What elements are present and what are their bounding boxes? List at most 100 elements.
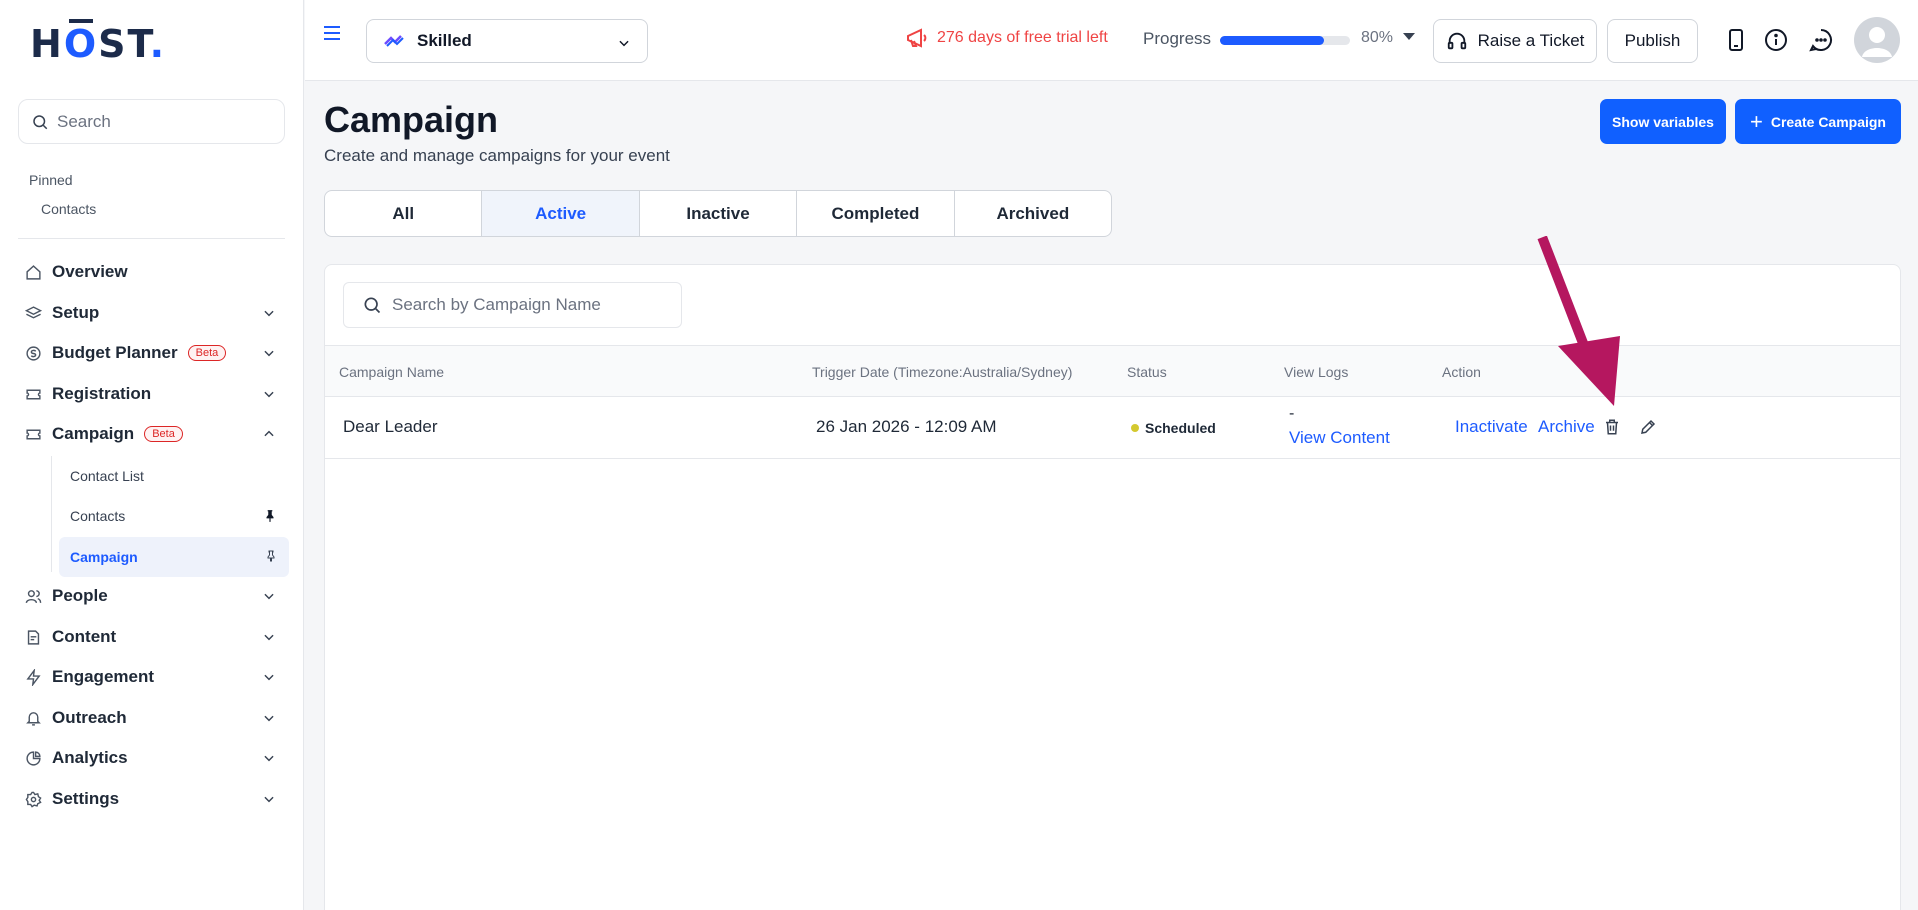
pinned-title: Pinned (29, 172, 73, 188)
event-select[interactable]: Skilled (366, 19, 648, 63)
column-header-status[interactable]: Status (1127, 364, 1167, 380)
sidebar-item-people[interactable]: People (24, 578, 286, 614)
user-icon (1862, 27, 1892, 57)
progress-dropdown-caret-icon[interactable] (1403, 33, 1415, 40)
pin-filled-icon[interactable] (263, 508, 277, 524)
sidebar-item-overview[interactable]: Overview (24, 254, 286, 290)
tab-inactive[interactable]: Inactive (640, 191, 798, 236)
sidebar-item-label: People (52, 586, 108, 605)
archive-link[interactable]: Archive (1538, 417, 1595, 437)
campaign-name-cell[interactable]: Dear Leader (343, 417, 438, 437)
sidebar-item-label: Outreach (52, 708, 127, 727)
chat-icon[interactable] (1809, 28, 1833, 52)
user-avatar[interactable] (1854, 17, 1900, 63)
sidebar-item-settings[interactable]: Settings (24, 781, 286, 817)
sidebar-search-input[interactable]: Search (18, 99, 285, 144)
chevron-down-icon (264, 755, 274, 762)
pinned-item-contacts[interactable]: Contacts (41, 201, 96, 217)
sidebar-item-label: Content (52, 627, 117, 646)
page-title: Campaign (324, 99, 499, 140)
status-dot (1131, 424, 1139, 432)
users-icon (24, 587, 42, 605)
sidebar-subitem-campaign[interactable]: Campaign (59, 537, 289, 577)
sidebar-item-budget-planner[interactable]: Budget Planner Beta (24, 335, 286, 371)
sidebar-item-label: Analytics (52, 748, 128, 767)
dollar-circle-icon (24, 344, 42, 362)
ticket-icon (24, 385, 42, 403)
column-header-campaign-name[interactable]: Campaign Name (339, 364, 444, 380)
sidebar-item-label: Overview (52, 262, 128, 281)
chevron-down-icon (264, 593, 274, 600)
column-header-trigger-date[interactable]: Trigger Date (Timezone:Australia/Sydney) (812, 364, 1072, 380)
sidebar-item-outreach[interactable]: Outreach (24, 700, 286, 736)
chevron-down-icon (264, 350, 274, 357)
bell-icon (24, 709, 42, 727)
sidebar-item-analytics[interactable]: Analytics (24, 740, 286, 776)
sidebar-item-engagement[interactable]: Engagement (24, 659, 286, 695)
plus-icon: + (1749, 108, 1763, 134)
create-campaign-button[interactable]: + Create Campaign (1735, 99, 1901, 144)
sidebar-divider (18, 238, 285, 239)
info-icon[interactable] (1764, 28, 1788, 52)
tab-archived[interactable]: Archived (955, 191, 1111, 236)
progress-bar (1220, 36, 1350, 45)
progress-value: 80% (1361, 29, 1394, 46)
mobile-preview-icon[interactable] (1724, 28, 1748, 52)
document-icon (24, 628, 42, 646)
menu-toggle-icon[interactable] (323, 24, 341, 47)
sidebar-item-label: Campaign (52, 424, 135, 443)
chevron-down-icon (619, 40, 629, 47)
top-bar: Skilled 276 days of free trial left Prog… (305, 0, 1918, 81)
column-header-view-logs: View Logs (1284, 364, 1349, 380)
chevron-down-icon (264, 796, 274, 803)
host-logo[interactable]: HOST. (30, 22, 166, 66)
trash-icon[interactable] (1602, 417, 1622, 437)
sidebar-item-label: Settings (52, 789, 120, 808)
progress-label: Progress (1143, 29, 1212, 48)
tab-completed[interactable]: Completed (797, 191, 955, 236)
pin-outline-icon[interactable] (265, 549, 277, 563)
sidebar-item-label: Setup (52, 303, 100, 322)
search-icon (33, 114, 48, 129)
chevron-down-icon (264, 674, 274, 681)
publish-button[interactable]: Publish (1607, 19, 1698, 63)
megaphone-icon (907, 28, 927, 48)
campaign-search-input[interactable]: Search by Campaign Name (343, 282, 682, 328)
view-content-link[interactable]: View Content (1289, 428, 1390, 448)
chevron-down-icon (264, 634, 274, 641)
event-logo-icon (384, 35, 404, 47)
layers-icon (24, 304, 42, 322)
inactivate-link[interactable]: Inactivate (1455, 417, 1528, 437)
tab-active[interactable]: Active (482, 191, 640, 236)
tab-all[interactable]: All (325, 191, 483, 236)
annotation-arrow-icon (1537, 236, 1620, 406)
raise-ticket-button[interactable]: Raise a Ticket (1433, 19, 1597, 63)
home-icon (24, 263, 42, 281)
sidebar-item-content[interactable]: Content (24, 619, 286, 655)
search-icon (364, 297, 381, 314)
trial-notice: 276 days of free trial left (905, 28, 1108, 48)
status-tabs: All Active Inactive Completed Archived (324, 190, 1112, 237)
status-badge: Scheduled (1131, 420, 1216, 436)
sidebar-item-registration[interactable]: Registration (24, 376, 286, 412)
sidebar-item-label: Engagement (52, 667, 155, 686)
headset-icon (1447, 32, 1466, 50)
bolt-icon (24, 668, 42, 686)
sidebar-subitem-contacts[interactable]: Contacts (59, 496, 289, 536)
ticket-icon (24, 425, 42, 443)
submenu-guide-line (51, 456, 52, 572)
sidebar-item-setup[interactable]: Setup (24, 295, 286, 331)
sidebar-subitem-contact-list[interactable]: Contact List (59, 456, 289, 496)
sidebar-item-label: Budget Planner (52, 343, 178, 362)
view-logs-dash: - (1289, 405, 1295, 422)
sidebar: HOST. Search Pinned Contacts Overview Se… (0, 0, 304, 910)
beta-badge: Beta (187, 345, 227, 361)
show-variables-button[interactable]: Show variables (1600, 99, 1726, 144)
pie-chart-icon (24, 749, 42, 767)
sidebar-item-campaign[interactable]: Campaign Beta (24, 416, 286, 452)
column-header-action: Action (1442, 364, 1481, 380)
edit-pencil-icon[interactable] (1638, 417, 1658, 437)
chevron-down-icon (264, 391, 274, 398)
gear-icon (24, 790, 42, 808)
campaign-table-card: Search by Campaign Name Campaign Name Tr… (324, 264, 1901, 910)
